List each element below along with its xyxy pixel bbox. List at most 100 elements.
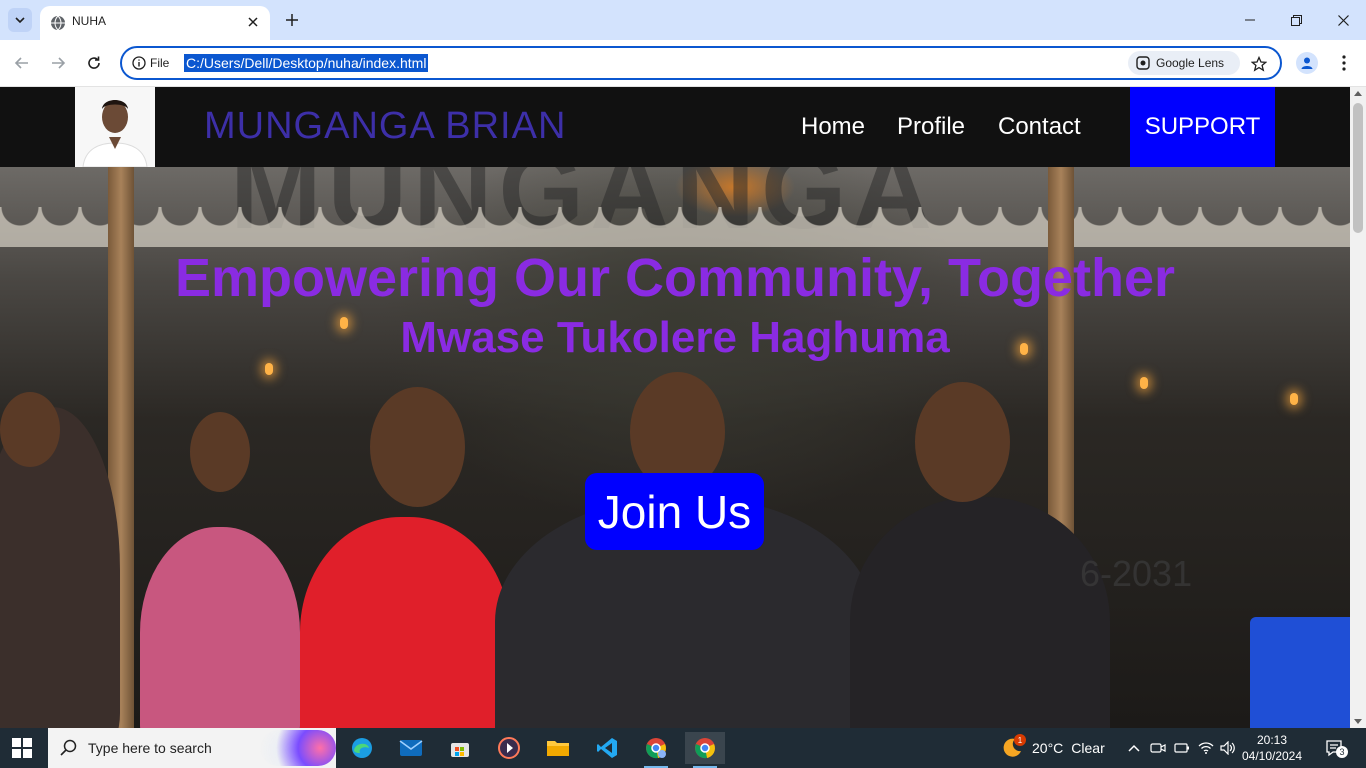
file-explorer-icon <box>547 741 569 756</box>
search-placeholder: Type here to search <box>88 740 212 756</box>
search-icon <box>60 739 77 756</box>
plus-icon <box>286 14 298 26</box>
clock-time: 20:13 <box>1256 733 1288 747</box>
browser-tab-strip: NUHA <box>0 0 1366 40</box>
vscode-icon <box>597 738 617 758</box>
restore-button[interactable] <box>1286 10 1306 30</box>
camera-icon <box>1150 743 1166 753</box>
scroll-down-arrow-icon[interactable] <box>1354 719 1362 724</box>
media-player-icon <box>498 737 520 759</box>
tent-awning-decoration <box>0 207 1350 247</box>
google-lens-label: Google Lens <box>1156 56 1225 70</box>
hero-section: MUNGANGA 6-2031 Empowering Our Community… <box>0 167 1350 728</box>
nav-home-link[interactable]: Home <box>801 113 865 141</box>
close-icon <box>1337 14 1349 26</box>
tab-search-button[interactable] <box>8 8 32 32</box>
tray-meet-now[interactable] <box>1148 738 1168 758</box>
windows-taskbar: Type here to search 20°C Clear 1 20:13 0… <box>0 728 1366 768</box>
profile-button[interactable] <box>1296 52 1318 74</box>
weather-alert-badge: 1 <box>1014 734 1026 746</box>
arrow-right-icon <box>52 57 66 69</box>
scheme-label: File <box>150 56 170 70</box>
person-face <box>915 382 1010 502</box>
weather-description: Clear <box>1071 740 1105 756</box>
star-icon <box>1251 56 1267 72</box>
taskbar-app-chrome[interactable] <box>685 732 725 768</box>
reload-button[interactable] <box>83 52 105 74</box>
tab-title: NUHA <box>72 14 107 28</box>
nav-contact-link[interactable]: Contact <box>998 113 1081 141</box>
minimize-button[interactable] <box>1240 10 1260 30</box>
google-lens-button[interactable]: Google Lens <box>1128 51 1240 75</box>
new-tab-button[interactable] <box>282 10 302 30</box>
windows-logo-icon <box>12 738 21 747</box>
profile-photo[interactable] <box>75 87 155 167</box>
store-icon <box>451 743 469 757</box>
string-light <box>265 363 273 375</box>
support-button[interactable]: SUPPORT <box>1130 87 1275 167</box>
close-icon <box>248 17 258 27</box>
notification-count-badge: 3 <box>1336 746 1348 758</box>
search-highlight-image <box>260 730 336 766</box>
person-face <box>370 387 465 507</box>
close-window-button[interactable] <box>1333 10 1353 30</box>
wifi-icon <box>1198 742 1214 754</box>
arrow-left-icon <box>14 57 28 69</box>
scrollbar-thumb[interactable] <box>1353 103 1363 233</box>
nav-profile-link[interactable]: Profile <box>897 113 965 141</box>
chevron-down-icon <box>15 17 25 24</box>
restore-icon <box>1290 14 1302 26</box>
hero-background-year-text: 6-2031 <box>1080 553 1193 594</box>
start-button[interactable] <box>12 738 32 758</box>
page-scrollbar[interactable] <box>1350 87 1366 728</box>
hero-title: Empowering Our Community, Together <box>174 248 1176 308</box>
more-vertical-icon <box>1342 55 1346 71</box>
tray-network[interactable] <box>1196 738 1216 758</box>
person-icon <box>1301 57 1313 69</box>
taskbar-app-file-explorer[interactable] <box>538 732 578 764</box>
info-icon[interactable] <box>132 56 146 70</box>
address-bar[interactable]: File C:/Users/Dell/Desktop/nuha/index.ht… <box>120 46 1282 80</box>
speaker-icon <box>1220 741 1235 755</box>
scroll-up-arrow-icon[interactable] <box>1354 91 1362 96</box>
browser-tab[interactable]: NUHA <box>40 6 270 40</box>
tray-battery[interactable] <box>1172 738 1192 758</box>
site-header: MUNGANGA BRIAN Home Profile Contact SUPP… <box>0 87 1350 167</box>
weather-temperature: 20°C <box>1032 740 1064 756</box>
string-light <box>1140 377 1148 389</box>
table-cloth <box>1250 617 1350 728</box>
globe-icon <box>51 15 65 31</box>
hero-subtitle: Mwase Tukolere Haghuma <box>400 313 950 362</box>
lens-icon <box>1136 56 1150 70</box>
forward-button[interactable] <box>47 52 69 74</box>
taskbar-clock[interactable]: 20:13 04/10/2024 <box>1240 732 1304 764</box>
person-figure <box>300 517 510 728</box>
taskbar-app-media-player[interactable] <box>489 732 529 764</box>
portrait-image <box>75 87 155 167</box>
person-figure <box>140 527 300 728</box>
tab-close-button[interactable] <box>244 13 262 31</box>
battery-plug-icon <box>1174 743 1189 753</box>
back-button[interactable] <box>11 52 33 74</box>
taskbar-search-box[interactable]: Type here to search <box>48 728 336 768</box>
tray-volume[interactable] <box>1218 738 1238 758</box>
string-light <box>1290 393 1298 405</box>
taskbar-app-edge[interactable] <box>342 732 382 764</box>
taskbar-app-mail[interactable] <box>391 732 431 764</box>
show-hidden-icons-button[interactable] <box>1124 738 1144 758</box>
chrome-profile-icon <box>646 738 666 759</box>
chrome-icon <box>695 738 715 759</box>
taskbar-app-vscode[interactable] <box>587 732 627 764</box>
url-text[interactable]: C:/Users/Dell/Desktop/nuha/index.html <box>184 54 429 72</box>
mail-icon <box>399 740 423 756</box>
taskbar-app-store[interactable] <box>440 732 480 764</box>
bookmark-button[interactable] <box>1248 53 1270 75</box>
browser-menu-button[interactable] <box>1334 52 1354 74</box>
edge-icon <box>352 738 372 758</box>
join-us-button[interactable]: Join Us <box>585 473 764 550</box>
browser-toolbar: File C:/Users/Dell/Desktop/nuha/index.ht… <box>0 40 1366 87</box>
person-face <box>0 392 60 467</box>
page-viewport: MUNGANGA BRIAN Home Profile Contact SUPP… <box>0 87 1350 728</box>
taskbar-app-chrome-profile[interactable] <box>636 732 676 768</box>
site-name[interactable]: MUNGANGA BRIAN <box>204 105 566 148</box>
